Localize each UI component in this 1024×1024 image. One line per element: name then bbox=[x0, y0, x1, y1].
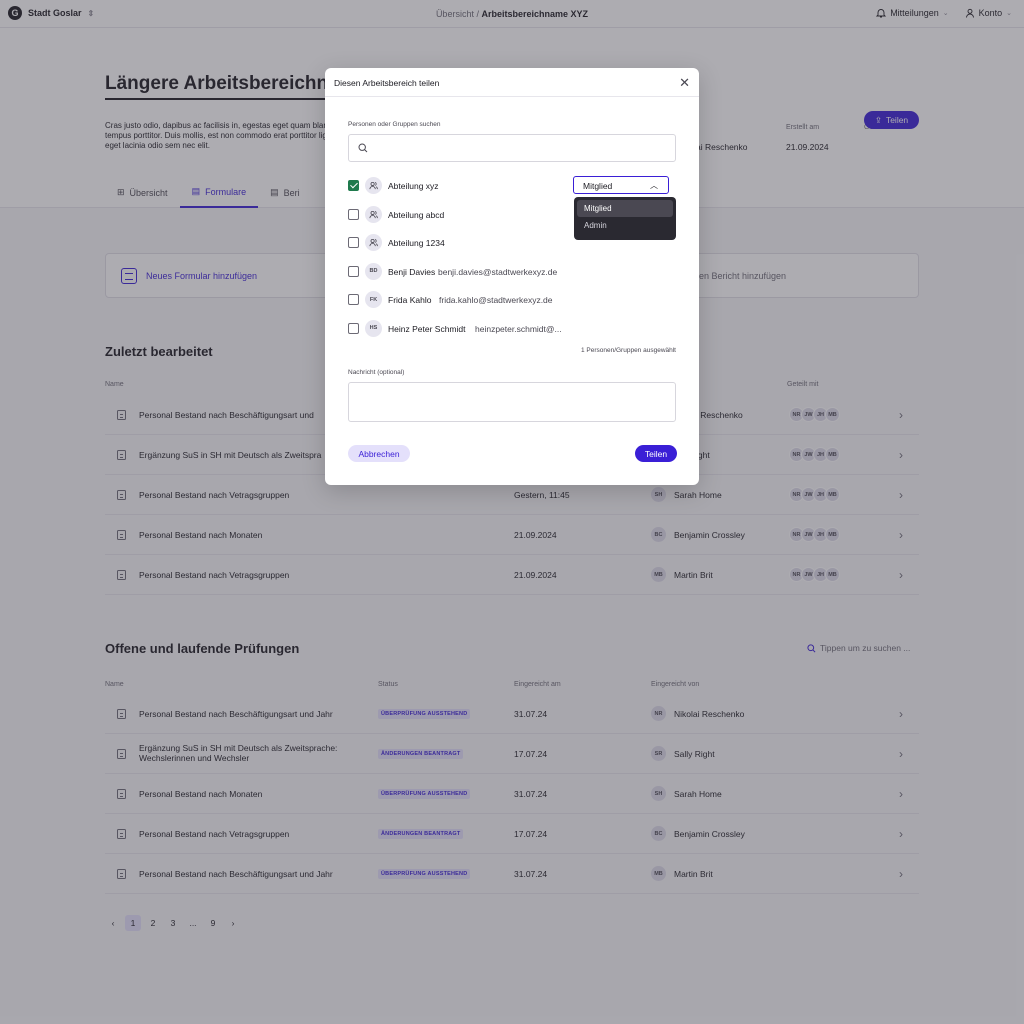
chevron-up-icon: ︿ bbox=[650, 181, 658, 190]
share-dialog: Diesen Arbeitsbereich teilen ✕ Personen … bbox=[325, 68, 699, 485]
checkbox[interactable] bbox=[348, 208, 359, 220]
selected-count: 1 Personen/Gruppen ausgewählt bbox=[580, 347, 676, 354]
message-textarea[interactable] bbox=[348, 382, 676, 422]
avatar: BD bbox=[365, 262, 382, 280]
checkbox[interactable] bbox=[348, 322, 359, 334]
checkbox[interactable] bbox=[348, 180, 359, 191]
group-icon bbox=[365, 234, 382, 251]
people-search-input[interactable] bbox=[348, 134, 676, 162]
person-name: Abteilung abcd bbox=[388, 209, 445, 220]
message-label: Nachricht (optional) bbox=[348, 369, 405, 376]
person-email: frida.kahlo@stadtwerkexyz.de bbox=[439, 295, 553, 305]
avatar: HS bbox=[365, 319, 382, 337]
avatar: FK bbox=[365, 291, 382, 308]
search-label: Personen oder Gruppen suchen bbox=[348, 121, 441, 128]
checkbox[interactable] bbox=[348, 294, 359, 305]
role-select[interactable]: Mitglied ︿ bbox=[573, 176, 669, 194]
group-icon bbox=[365, 205, 382, 223]
role-select-value: Mitglied bbox=[583, 181, 613, 191]
close-icon[interactable]: ✕ bbox=[679, 75, 690, 91]
person-email: benji.davies@stadtwerkexyz.de bbox=[438, 266, 558, 277]
checkbox[interactable] bbox=[348, 237, 359, 248]
list-item[interactable]: BD Benji Davies benji.davies@stadtwerkexyz… bbox=[348, 262, 676, 283]
role-dropdown-menu: Mitglied Admin bbox=[574, 197, 676, 240]
person-name: Benji Davies bbox=[388, 266, 436, 277]
divider bbox=[325, 96, 699, 97]
share-confirm-button[interactable]: Teilen bbox=[635, 445, 677, 462]
checkbox[interactable] bbox=[348, 265, 359, 277]
search-icon bbox=[358, 143, 368, 153]
list-item[interactable]: HS Heinz Peter Schmidt heinzpeter.schmidt@… bbox=[348, 319, 676, 340]
person-name: Heinz Peter Schmidt bbox=[388, 323, 466, 334]
person-email: heinzpeter.schmidt@... bbox=[475, 323, 562, 334]
role-option-member[interactable]: Mitglied bbox=[577, 200, 673, 217]
dialog-title: Diesen Arbeitsbereich teilen bbox=[334, 78, 440, 88]
person-name: Abteilung xyz bbox=[388, 181, 439, 191]
role-option-admin[interactable]: Admin bbox=[577, 217, 673, 234]
list-item[interactable]: FK Frida Kahlo frida.kahlo@stadtwerkexyz.d… bbox=[348, 291, 676, 311]
person-name: Frida Kahlo bbox=[388, 295, 432, 305]
person-name: Abteilung 1234 bbox=[388, 238, 445, 248]
cancel-button[interactable]: Abbrechen bbox=[348, 445, 410, 462]
group-icon bbox=[365, 177, 382, 194]
